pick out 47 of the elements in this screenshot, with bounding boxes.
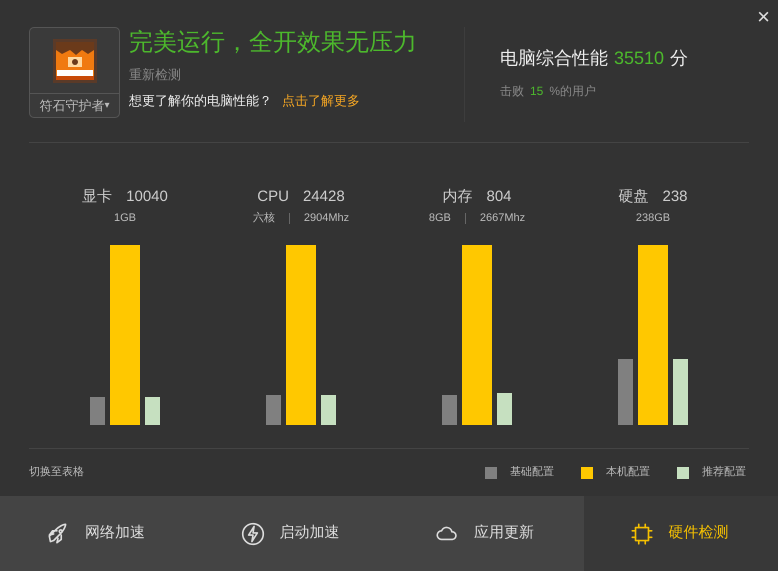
component-name: CPU bbox=[257, 187, 289, 207]
bar bbox=[145, 396, 160, 424]
monster-avatar-icon bbox=[50, 37, 98, 85]
chip-icon bbox=[628, 520, 654, 546]
bar bbox=[442, 394, 457, 424]
beat-suffix: %的用户 bbox=[549, 83, 596, 100]
component-spec: 2904Mhz bbox=[304, 211, 350, 226]
badge-name: 符石守护者 bbox=[40, 96, 104, 115]
bar bbox=[90, 396, 105, 424]
bottom-tab[interactable]: 启动加速 bbox=[194, 496, 389, 571]
component-score: 24428 bbox=[302, 187, 345, 207]
headline: 完美运行，全开效果无压力 bbox=[129, 28, 418, 58]
component-spec: 238GB bbox=[636, 211, 670, 226]
caret-icon: ▾ bbox=[104, 98, 110, 113]
component-spec: 8GB bbox=[428, 211, 451, 226]
score-label: 电脑综合性能 bbox=[500, 47, 608, 70]
component-spec: 2667Mhz bbox=[480, 211, 526, 226]
component-score: 10040 bbox=[126, 187, 168, 207]
component-name: 硬盘 bbox=[618, 187, 648, 207]
bar bbox=[618, 358, 633, 424]
legend-label: 基础配置 bbox=[510, 465, 554, 480]
bar bbox=[321, 394, 336, 424]
component-spec: 1GB bbox=[114, 211, 136, 226]
component-score: 238 bbox=[662, 187, 688, 207]
component-spec: 六核 bbox=[252, 210, 275, 226]
recheck-link[interactable]: 重新检测 bbox=[129, 65, 449, 84]
score-value: 35510 bbox=[614, 47, 664, 70]
component-name: 显卡 bbox=[82, 187, 112, 207]
bar bbox=[673, 358, 688, 424]
score-unit: 分 bbox=[670, 47, 688, 70]
component-score: 804 bbox=[486, 187, 512, 207]
close-button[interactable]: × bbox=[757, 6, 770, 28]
legend-label: 推荐配置 bbox=[702, 464, 746, 480]
avatar-card[interactable]: 符石守护者▾ bbox=[29, 27, 120, 118]
bottom-tab[interactable]: 网络加速 bbox=[0, 496, 194, 571]
beat-percent: 15 bbox=[530, 83, 544, 100]
lightning-icon bbox=[240, 520, 266, 546]
bar bbox=[497, 392, 512, 424]
beat-prefix: 击败 bbox=[500, 83, 524, 100]
bottom-tab[interactable]: 硬件检测 bbox=[584, 496, 778, 571]
prompt-text: 想更了解你的电脑性能？ bbox=[129, 92, 272, 110]
bottom-tab[interactable]: 应用更新 bbox=[389, 496, 584, 571]
legend-label: 本机配置 bbox=[606, 465, 650, 480]
component-name: 内存 bbox=[442, 187, 472, 207]
bar bbox=[266, 394, 281, 424]
learn-more-link[interactable]: 点击了解更多 bbox=[282, 90, 360, 110]
switch-to-table-link[interactable]: 切换至表格 bbox=[29, 464, 84, 481]
